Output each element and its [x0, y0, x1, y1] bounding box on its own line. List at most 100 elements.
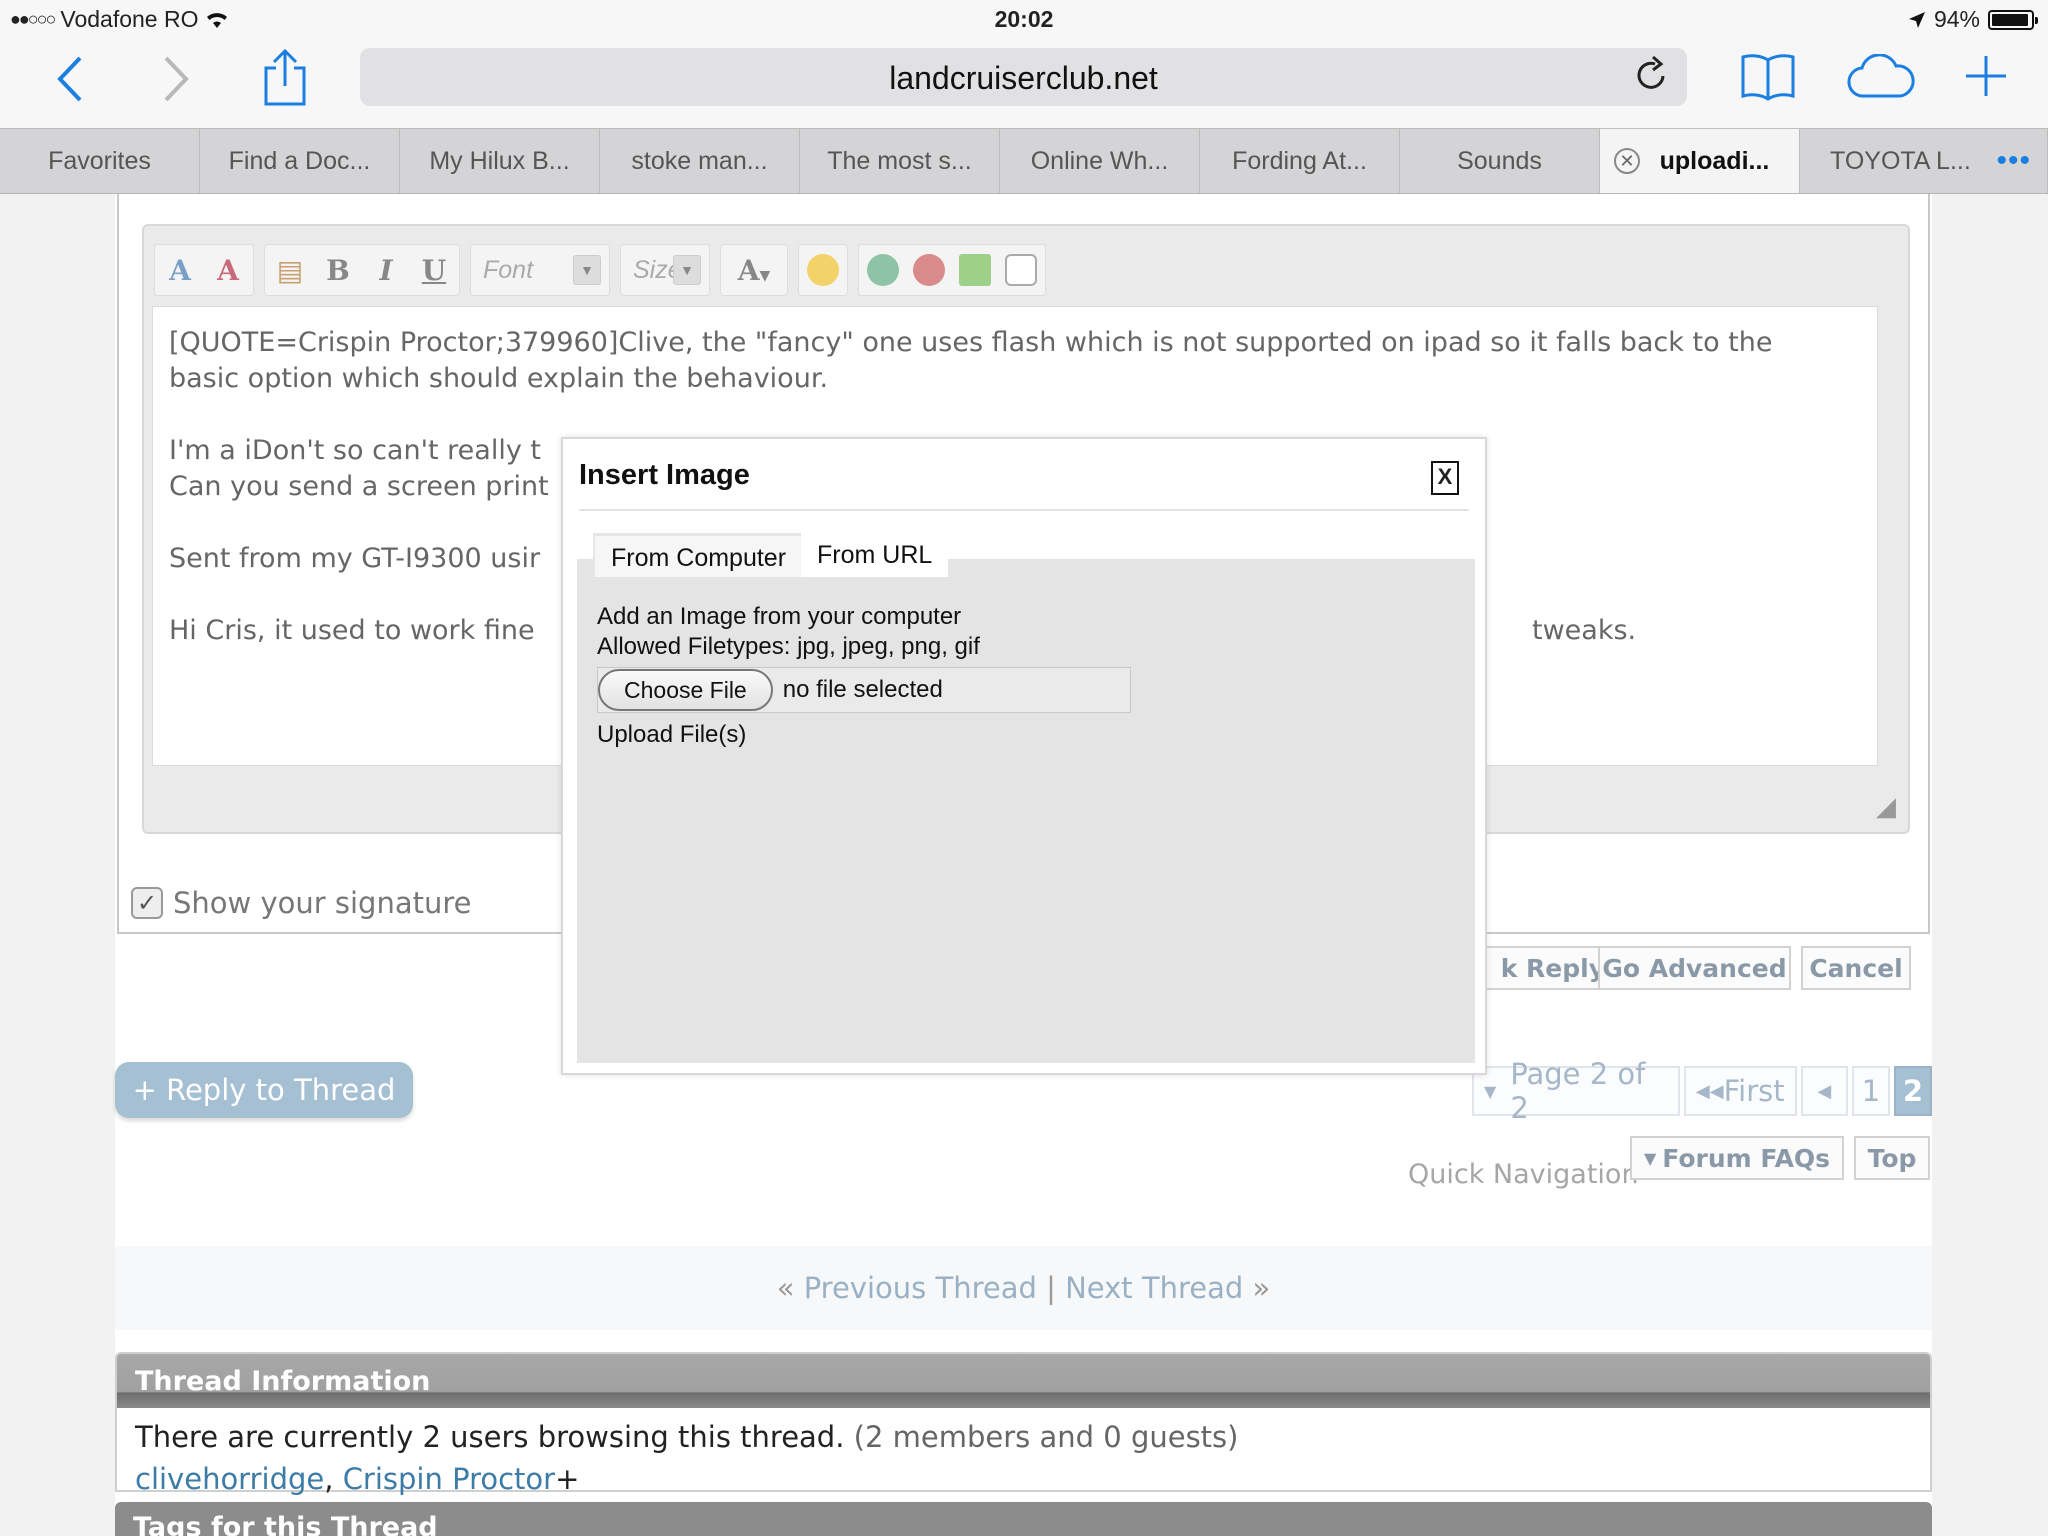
format-group-2: ▤ B I U: [264, 244, 460, 296]
reply-to-thread-button[interactable]: + Reply to Thread: [115, 1062, 413, 1118]
battery-percent: 94%: [1933, 6, 1980, 32]
tab-sounds[interactable]: Sounds: [1400, 129, 1600, 193]
browsing-detail: (2 members and 0 guests): [853, 1420, 1239, 1454]
upload-files-link[interactable]: Upload File(s): [597, 721, 746, 749]
insert-image-dialog: Insert Image X Add an Image from your co…: [561, 437, 1487, 1075]
prev-page-link[interactable]: ◀: [1800, 1066, 1848, 1116]
page-jump-dropdown[interactable]: ▼ Page 2 of 2: [1472, 1057, 1680, 1125]
cancel-button[interactable]: Cancel: [1801, 946, 1911, 990]
text-color-group: A▼: [720, 244, 788, 296]
smilies-group: [798, 244, 848, 296]
left-arrow-icon: ◀: [1817, 1080, 1832, 1102]
tab-label: My Hilux B...: [429, 146, 570, 175]
close-dialog-button[interactable]: X: [1431, 461, 1459, 495]
signature-option[interactable]: ✓ Show your signature: [131, 886, 472, 920]
thread-information-panel: Thread Information There are currently 2…: [115, 1352, 1932, 1496]
battery-fill: [1992, 13, 2028, 26]
tab-fording[interactable]: Fording At...: [1200, 129, 1400, 193]
battery-icon: [1988, 9, 2038, 30]
insert-image-icon[interactable]: [959, 254, 991, 286]
tab-favorites[interactable]: Favorites: [0, 129, 200, 193]
smiley-icon[interactable]: [807, 254, 839, 286]
forward-icon[interactable]: [160, 54, 194, 104]
tab-from-computer[interactable]: From Computer: [593, 533, 803, 577]
allowed-filetypes: Allowed Filetypes: jpg, jpeg, png, gif: [597, 633, 980, 660]
font-format-icon[interactable]: A: [163, 254, 197, 287]
location-arrow-icon: [1908, 11, 1925, 28]
tab-online[interactable]: Online Wh...: [1000, 129, 1200, 193]
address-bar[interactable]: landcruiserclub.net: [360, 48, 1687, 106]
forum-faqs-label: Forum FAQs: [1662, 1143, 1831, 1173]
file-input[interactable]: Choose File no file selected: [597, 667, 1131, 713]
tab-label: stoke man...: [631, 146, 768, 175]
back-icon[interactable]: [52, 54, 86, 104]
text-gap: [169, 397, 1861, 433]
more-tabs-icon[interactable]: •••: [1996, 144, 2031, 178]
divider: [579, 509, 1469, 511]
tab-the-most[interactable]: The most s...: [800, 129, 1000, 193]
insert-link-icon[interactable]: [867, 254, 899, 286]
new-tab-icon[interactable]: [1964, 54, 2008, 98]
underline-icon[interactable]: U: [417, 254, 451, 287]
resize-handle-icon[interactable]: ◢: [1876, 791, 1896, 822]
bookmarks-icon[interactable]: [1740, 52, 1796, 102]
size-select[interactable]: Size ▼: [620, 244, 710, 296]
dialog-title: Insert Image: [579, 459, 750, 491]
insert-group: [858, 244, 1046, 296]
top-button[interactable]: Top: [1854, 1136, 1930, 1180]
close-tab-icon[interactable]: ✕: [1614, 148, 1640, 174]
tab-stoke[interactable]: stoke man...: [600, 129, 800, 193]
browser-toolbar: landcruiserclub.net: [0, 40, 2048, 128]
tab-label: The most s...: [827, 146, 972, 175]
user-link[interactable]: clivehorridge: [135, 1462, 324, 1496]
italic-icon[interactable]: I: [369, 254, 403, 287]
remove-link-icon[interactable]: [913, 254, 945, 286]
tab-label: Online Wh...: [1030, 146, 1169, 175]
nav-separator: |: [1046, 1271, 1056, 1305]
page-2-current: 2: [1894, 1066, 1932, 1116]
user-suffix: +: [555, 1462, 580, 1496]
page-1-link[interactable]: 1: [1852, 1066, 1890, 1116]
signature-checkbox[interactable]: ✓: [131, 887, 163, 919]
tab-label: Find a Doc...: [228, 146, 371, 175]
chevron-down-icon: ▼: [1643, 1148, 1657, 1168]
tab-from-url[interactable]: From URL: [801, 533, 949, 577]
remove-format-icon[interactable]: A: [211, 254, 245, 287]
next-thread-link[interactable]: Next Thread: [1065, 1271, 1243, 1305]
left-quote: «: [776, 1271, 795, 1305]
forum-faqs-dropdown[interactable]: ▼ Forum FAQs: [1630, 1136, 1844, 1180]
tab-bar: Favorites Find a Doc... My Hilux B... st…: [0, 128, 2048, 194]
clock: 20:02: [994, 6, 1054, 32]
font-select[interactable]: Font ▼: [470, 244, 610, 296]
upload-panel: Add an Image from your computer Allowed …: [577, 559, 1475, 1063]
go-advanced-button[interactable]: Go Advanced: [1598, 946, 1791, 990]
tab-find-a-doc[interactable]: Find a Doc...: [200, 129, 400, 193]
status-bar: ●●○○○ Vodafone RO 20:02 94%: [0, 0, 2048, 40]
text-line-overflow: tweaks.: [1532, 615, 1637, 646]
tab-toyota[interactable]: TOYOTA L... •••: [1800, 129, 2048, 193]
quick-navigation-label: Quick Navigation: [1408, 1159, 1639, 1190]
tab-label: Sounds: [1457, 146, 1542, 175]
editor-toolbar: A A ▤ B I U Font ▼ Size ▼ A▼: [154, 242, 1046, 298]
choose-file-button[interactable]: Choose File: [598, 669, 773, 711]
file-status: no file selected: [782, 676, 943, 703]
paste-icon[interactable]: ▤: [273, 254, 307, 287]
format-group-1: A A: [154, 244, 254, 296]
bold-icon[interactable]: B: [321, 254, 355, 287]
icloud-tabs-icon[interactable]: [1846, 54, 1916, 100]
tab-uploading[interactable]: ✕ uploadi...: [1600, 129, 1800, 193]
user-link[interactable]: Crispin Proctor: [343, 1462, 555, 1496]
right-quote: »: [1252, 1271, 1271, 1305]
chevron-down-icon: ▼: [573, 255, 601, 285]
tab-my-hilux[interactable]: My Hilux B...: [400, 129, 600, 193]
first-page-link[interactable]: ◀◀ First: [1683, 1066, 1797, 1116]
previous-thread-link[interactable]: Previous Thread: [804, 1271, 1037, 1305]
quote-icon[interactable]: [1005, 254, 1037, 286]
reload-icon[interactable]: [1635, 54, 1669, 94]
chevron-down-icon: ▼: [673, 255, 701, 285]
text-color-icon[interactable]: A▼: [729, 254, 779, 287]
share-icon[interactable]: [262, 48, 308, 106]
tab-label: Fording At...: [1232, 146, 1367, 175]
tab-label: TOYOTA L...: [1830, 146, 1971, 175]
double-left-icon: ◀◀: [1695, 1080, 1724, 1102]
